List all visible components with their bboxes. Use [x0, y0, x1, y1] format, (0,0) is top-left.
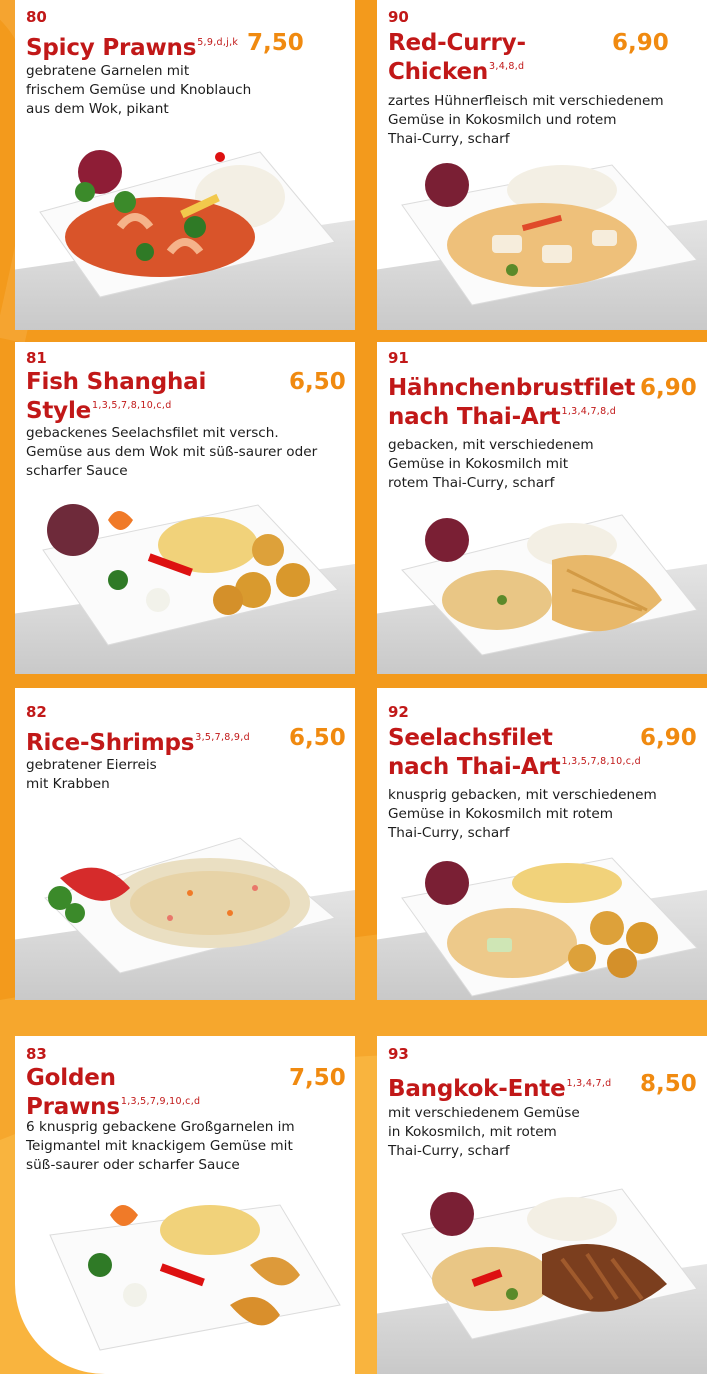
item-title: Hähnchenbrustfilet nach Thai-Art1,3,4,7,… [388, 376, 635, 429]
item-title: Golden Prawns1,3,5,7,9,10,c,d [26, 1066, 200, 1119]
item-title: Fish Shanghai Style1,3,5,7,8,10,c,d [26, 370, 206, 423]
item-description: zartes Hühnerfleisch mit verschiedenem G… [388, 92, 664, 149]
fried-rice-dish-icon [44, 837, 337, 974]
item-description: gebratene Garnelen mit frischem Gemüse u… [26, 62, 251, 119]
item-price: 6,90 [640, 375, 697, 401]
item-price: 7,50 [247, 30, 304, 56]
item-number: 80 [26, 8, 47, 26]
description-line: Gemüse in Kokosmilch und rotem [388, 112, 617, 128]
duck-dish-icon [401, 1188, 698, 1340]
item-title-line: Style [26, 398, 92, 424]
prawn-dish-icon [39, 150, 336, 298]
item-description: mit verschiedenem Gemüse in Kokosmilch, … [388, 1104, 580, 1161]
description-line: Thai-Curry, scharf [388, 131, 510, 147]
allergen-codes: 1,3,5,7,9,10,c,d [120, 1096, 201, 1107]
allergen-codes: 1,3,5,7,8,10,c,d [92, 400, 172, 411]
item-title-line: nach Thai-Art [388, 754, 561, 780]
item-price: 6,50 [289, 369, 346, 395]
item-price: 6,50 [289, 725, 346, 751]
item-number: 83 [26, 1045, 47, 1063]
item-title-line: nach Thai-Art [388, 404, 561, 430]
item-number: 82 [26, 703, 47, 721]
description-line: rotem Thai-Curry, scharf [388, 475, 555, 491]
description-line: in Kokosmilch, mit rotem [388, 1124, 557, 1140]
allergen-codes: 1,3,4,7,8,d [561, 406, 617, 417]
item-title-line: Hähnchenbrustfilet [388, 375, 636, 401]
item-title: Red-Curry- Chicken3,4,8,d [388, 31, 526, 84]
fish-dish-icon [42, 504, 339, 646]
allergen-codes: 1,3,4,7,d [566, 1078, 612, 1089]
curry-chicken-dish-icon [401, 163, 698, 306]
description-line: Teigmantel mit knackigem Gemüse mit [26, 1138, 293, 1154]
item-title-line: Red-Curry- [388, 30, 526, 56]
fish-curry-dish-icon [401, 857, 698, 997]
description-line: Thai-Curry, scharf [388, 825, 510, 841]
item-description: gebacken, mit verschiedenem Gemüse in Ko… [388, 436, 594, 493]
item-title: Spicy Prawns5,9,d,j,k [26, 31, 238, 60]
description-line: süß-saurer oder scharfer Sauce [26, 1157, 240, 1173]
item-price: 6,90 [640, 725, 697, 751]
description-line: mit Krabben [26, 776, 110, 792]
item-description: 6 knusprig gebackene Großgarnelen im Tei… [26, 1118, 295, 1175]
item-price: 6,90 [612, 30, 669, 56]
allergen-codes: 3,5,7,8,9,d [195, 732, 250, 743]
description-line: Gemüse in Kokosmilch mit rotem [388, 806, 613, 822]
item-price: 8,50 [640, 1071, 697, 1097]
allergen-codes: 3,4,8,d [489, 61, 525, 72]
item-number: 92 [388, 703, 409, 721]
item-description: gebackenes Seelachsfilet mit versch. Gem… [26, 424, 317, 481]
item-title-line: Seelachsfilet [388, 725, 553, 751]
item-title-line: Chicken [388, 59, 489, 85]
description-line: Gemüse in Kokosmilch mit [388, 456, 569, 472]
description-line: zartes Hühnerfleisch mit verschiedenem [388, 93, 664, 109]
description-line: knusprig gebacken, mit verschiedenem [388, 787, 657, 803]
item-title: Rice-Shrimps3,5,7,8,9,d [26, 726, 250, 755]
description-line: scharfer Sauce [26, 463, 128, 479]
description-line: gebratener Eierreis [26, 757, 157, 773]
description-line: gebratene Garnelen mit [26, 63, 190, 79]
description-line: Gemüse aus dem Wok mit süß-saurer oder [26, 444, 318, 460]
description-line: aus dem Wok, pikant [26, 101, 169, 117]
item-title-line: Golden [26, 1065, 116, 1091]
description-line: frischem Gemüse und Knoblauch [26, 82, 252, 98]
item-title-line: Spicy Prawns [26, 35, 197, 61]
item-title: Seelachsfilet nach Thai-Art1,3,5,7,8,10,… [388, 726, 641, 779]
item-number: 90 [388, 8, 409, 26]
description-line: gebackenes Seelachsfilet mit versch. [26, 425, 279, 441]
item-price: 7,50 [289, 1065, 346, 1091]
item-description: knusprig gebacken, mit verschiedenem Gem… [388, 786, 657, 843]
item-number: 81 [26, 349, 47, 367]
item-number: 91 [388, 349, 409, 367]
golden-prawns-dish-icon [49, 1204, 341, 1351]
item-number: 93 [388, 1045, 409, 1063]
item-description: gebratener Eierreis mit Krabben [26, 756, 157, 794]
description-line: mit verschiedenem Gemüse [388, 1105, 580, 1121]
allergen-codes: 5,9,d,j,k [197, 37, 239, 48]
item-title-line: Prawns [26, 1094, 120, 1120]
chicken-breast-dish-icon [401, 514, 698, 656]
item-title-line: Rice-Shrimps [26, 730, 195, 756]
description-line: Thai-Curry, scharf [388, 1143, 510, 1159]
allergen-codes: 1,3,5,7,8,10,c,d [561, 756, 641, 767]
item-title: Bangkok-Ente1,3,4,7,d [388, 1072, 612, 1101]
item-title-line: Fish Shanghai [26, 369, 207, 395]
description-line: 6 knusprig gebackene Großgarnelen im [26, 1119, 295, 1135]
description-line: gebacken, mit verschiedenem [388, 437, 594, 453]
item-title-line: Bangkok-Ente [388, 1076, 566, 1102]
